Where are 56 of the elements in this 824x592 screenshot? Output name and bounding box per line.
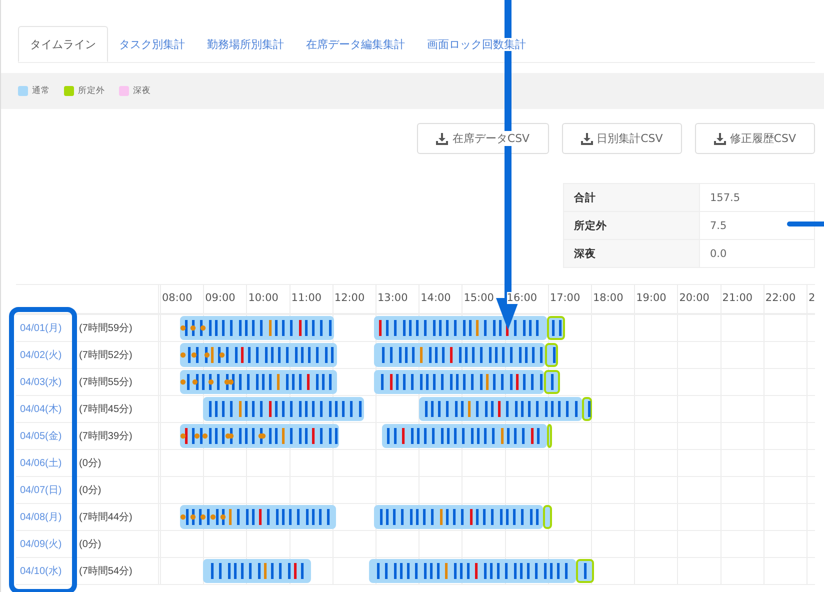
hour-label: 2	[808, 292, 816, 304]
legend-label: 通常	[32, 85, 50, 97]
date-link[interactable]: 04/06(土)	[20, 456, 72, 470]
tab[interactable]: タスク別集計	[108, 26, 196, 62]
hour-label: 12:00	[334, 292, 365, 304]
work-duration: (0分)	[79, 538, 102, 551]
hour-label: 10:00	[248, 292, 278, 304]
date-link[interactable]: 04/09(火)	[20, 537, 72, 551]
csv-download-button[interactable]: 在席データCSV	[417, 123, 549, 154]
hour-label: 14:00	[420, 292, 451, 304]
tab[interactable]: 在席データ編集集計	[295, 26, 416, 62]
work-duration: (7時間39分)	[79, 430, 132, 443]
summary-value: 157.5	[700, 184, 814, 212]
download-icon	[580, 132, 593, 144]
hour-label: 19:00	[636, 292, 666, 304]
work-duration: (0分)	[79, 457, 102, 470]
hour-label: 17:00	[550, 292, 580, 304]
hour-label: 13:00	[378, 292, 408, 304]
work-duration: (7時間59分)	[79, 322, 132, 335]
summary-value: 0.0	[700, 240, 814, 268]
summary-label: 合計	[564, 184, 700, 212]
summary-label: 深夜	[564, 240, 700, 268]
tab[interactable]: タイムライン	[18, 26, 108, 62]
date-link[interactable]: 04/07(日)	[20, 483, 72, 497]
work-duration: (0分)	[79, 484, 102, 497]
work-duration: (7時間55分)	[79, 376, 132, 389]
hour-label: 16:00	[506, 292, 538, 304]
download-icon	[714, 132, 726, 144]
csv-download-button[interactable]: 日別集計CSV	[562, 123, 682, 154]
date-link[interactable]: 04/04(木)	[20, 402, 72, 416]
work-duration: (7時間54分)	[79, 564, 132, 578]
date-link[interactable]: 04/08(月)	[20, 510, 72, 524]
date-link[interactable]: 04/01(月)	[20, 321, 72, 335]
date-link[interactable]: 04/02(火)	[20, 348, 72, 362]
tab[interactable]: 勤務場所別集計	[196, 26, 295, 62]
hour-label: 22:00	[765, 292, 796, 304]
date-link[interactable]: 04/10(水)	[20, 564, 72, 578]
date-link[interactable]: 04/05(金)	[20, 429, 72, 443]
summary-label: 所定外	[564, 212, 700, 240]
work-duration: (7時間52分)	[79, 348, 132, 362]
hour-label: 09:00	[205, 292, 236, 304]
legend-label: 所定外	[78, 85, 105, 97]
date-link[interactable]: 04/03(水)	[20, 375, 72, 389]
work-duration: (7時間45分)	[79, 402, 132, 416]
work-duration: (7時間44分)	[79, 510, 132, 524]
legend-label: 深夜	[133, 85, 151, 97]
hour-label: 08:00	[162, 292, 192, 304]
csv-download-button[interactable]: 修正履歴CSV	[694, 123, 815, 154]
hour-label: 21:00	[722, 292, 753, 304]
hour-label: 15:00	[464, 292, 494, 304]
hour-label: 11:00	[291, 292, 322, 304]
download-icon	[436, 132, 448, 144]
hour-label: 20:00	[679, 292, 710, 304]
annotation-line	[787, 222, 824, 226]
tab[interactable]: 画面ロック回数集計	[416, 26, 537, 62]
hour-label: 18:00	[593, 292, 624, 304]
